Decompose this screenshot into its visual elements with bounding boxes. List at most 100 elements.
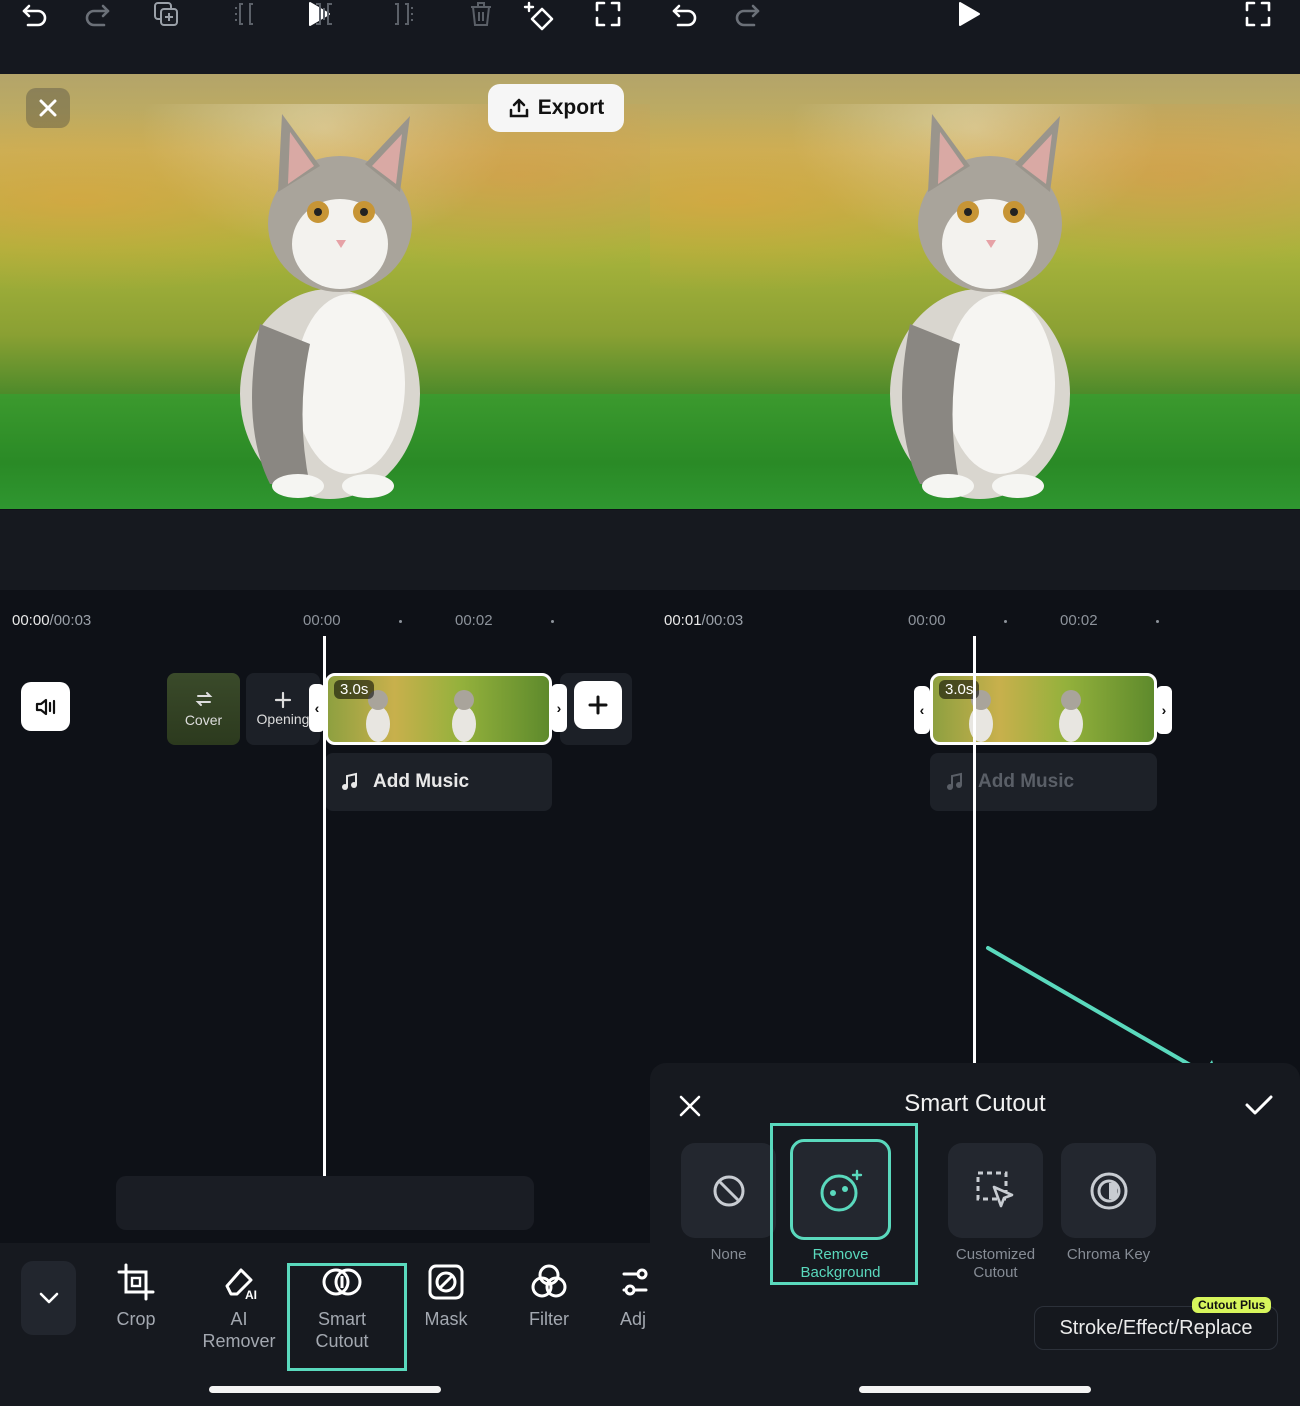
redo-button[interactable] bbox=[732, 0, 762, 30]
playback-toolbar bbox=[650, 510, 1300, 590]
smart-cutout-highlight bbox=[287, 1263, 407, 1371]
filter-tool[interactable]: Filter bbox=[518, 1262, 580, 1330]
copy-clip-button[interactable] bbox=[152, 0, 180, 28]
swap-icon bbox=[195, 692, 212, 706]
delete-clip-button[interactable] bbox=[468, 0, 494, 28]
export-label: Export bbox=[537, 96, 605, 119]
add-clip-button[interactable] bbox=[574, 681, 622, 729]
video-preview[interactable] bbox=[0, 74, 650, 509]
home-indicator[interactable] bbox=[859, 1386, 1091, 1393]
add-music-label: Add Music bbox=[978, 771, 1075, 792]
check-icon bbox=[1245, 1095, 1273, 1115]
option-chroma-key[interactable]: Chroma Key bbox=[1061, 1143, 1156, 1264]
mute-audio-button[interactable] bbox=[21, 682, 70, 731]
total-time: /00:03 bbox=[701, 612, 744, 629]
ruler-dot bbox=[399, 620, 402, 623]
crop-label: Crop bbox=[116, 1309, 156, 1329]
trim-left-icon bbox=[235, 3, 253, 25]
mask-tool[interactable]: Mask bbox=[415, 1262, 477, 1330]
keyframe-button[interactable] bbox=[522, 0, 558, 36]
none-icon bbox=[713, 1175, 744, 1206]
video-clip[interactable]: 3.0s bbox=[325, 673, 552, 745]
total-time: /00:03 bbox=[49, 612, 92, 629]
clip-right-handle[interactable]: › bbox=[1156, 686, 1172, 734]
option-customized-cutout[interactable]: Customized Cutout bbox=[948, 1143, 1043, 1282]
music-note-icon bbox=[947, 772, 962, 790]
opening-label: Opening bbox=[256, 711, 310, 727]
option-none[interactable]: None bbox=[681, 1143, 776, 1264]
svg-text:AI: AI bbox=[245, 1288, 257, 1302]
playhead[interactable] bbox=[973, 636, 976, 1063]
ai-eraser-icon: AI bbox=[225, 1268, 257, 1302]
plus-icon bbox=[588, 695, 608, 715]
video-clip[interactable]: 3.0s bbox=[930, 673, 1157, 745]
trim-end-button[interactable] bbox=[389, 0, 417, 28]
export-button[interactable]: Export bbox=[488, 84, 624, 132]
current-time: 00:00 bbox=[12, 612, 50, 629]
clip-thumbnail bbox=[452, 690, 476, 742]
crop-icon bbox=[117, 1263, 155, 1301]
undo-button[interactable] bbox=[670, 0, 700, 30]
ruler-dot bbox=[1156, 620, 1159, 623]
ruler-dot bbox=[551, 620, 554, 623]
filter-label: Filter bbox=[529, 1309, 569, 1329]
undo-button[interactable] bbox=[20, 0, 50, 30]
ruler-mark-0: 00:00 bbox=[303, 612, 341, 629]
stroke-effect-replace-label: Stroke/Effect/Replace bbox=[1059, 1316, 1253, 1339]
customized-cutout-icon bbox=[976, 1171, 1013, 1207]
clip-right-handle[interactable]: › bbox=[551, 684, 567, 732]
ruler-mark-2: 00:02 bbox=[1060, 612, 1098, 629]
cover-button[interactable]: Cover bbox=[167, 673, 240, 745]
fullscreen-button[interactable] bbox=[594, 0, 622, 28]
play-button[interactable] bbox=[956, 0, 982, 28]
copy-icon bbox=[154, 2, 178, 26]
left-screen: Export 00:00/00:03 00:00 00:02 Cover Ope… bbox=[0, 0, 650, 1406]
close-button[interactable] bbox=[26, 88, 70, 128]
music-note-icon bbox=[342, 772, 357, 790]
collapse-tools-button[interactable] bbox=[21, 1261, 76, 1335]
split-icon bbox=[316, 3, 332, 25]
export-icon bbox=[509, 98, 528, 118]
ai-remover-tool[interactable]: AI AI Remover bbox=[197, 1262, 281, 1352]
cutout-plus-badge: Cutout Plus bbox=[1192, 1297, 1272, 1313]
keyframe-icon bbox=[523, 1, 554, 31]
option-chroma-key-label: Chroma Key bbox=[1066, 1246, 1151, 1263]
ruler-dot bbox=[1004, 620, 1007, 623]
ruler-mark-0: 00:00 bbox=[908, 612, 946, 629]
playhead[interactable] bbox=[323, 636, 326, 1176]
clip-left-handle[interactable]: ‹ bbox=[914, 686, 930, 734]
fullscreen-button[interactable] bbox=[1244, 0, 1272, 28]
undo-icon bbox=[672, 4, 697, 27]
home-indicator[interactable] bbox=[209, 1386, 441, 1393]
time-display: 00:01/00:03 bbox=[664, 612, 743, 629]
fullscreen-icon bbox=[595, 1, 621, 27]
redo-icon bbox=[735, 4, 760, 27]
ruler-mark-2: 00:02 bbox=[455, 612, 493, 629]
option-none-label: None bbox=[710, 1246, 747, 1263]
trim-start-button[interactable] bbox=[231, 0, 259, 28]
mask-label: Mask bbox=[424, 1309, 468, 1329]
crop-tool[interactable]: Crop bbox=[105, 1262, 167, 1330]
adjust-label: Adj bbox=[620, 1309, 647, 1329]
volume-icon bbox=[35, 698, 55, 715]
add-music-button[interactable]: Add Music bbox=[325, 753, 552, 811]
delete-icon bbox=[471, 2, 491, 26]
option-customized-cutout-box[interactable] bbox=[948, 1143, 1043, 1238]
clip-duration: 3.0s bbox=[334, 680, 375, 699]
confirm-button[interactable] bbox=[1242, 1088, 1276, 1122]
right-screen: 00:01/00:03 00:00 00:02 ‹ 3.0s › Add Mus… bbox=[650, 0, 1300, 1406]
clip-thumbnail bbox=[1059, 690, 1083, 742]
option-none-box[interactable] bbox=[681, 1143, 776, 1238]
add-music-label: Add Music bbox=[373, 771, 470, 792]
adjust-tool[interactable]: Adj bbox=[620, 1262, 650, 1330]
split-button[interactable] bbox=[310, 0, 338, 28]
video-preview[interactable] bbox=[650, 74, 1300, 509]
add-music-button[interactable]: Add Music bbox=[930, 753, 1157, 811]
option-chroma-key-box[interactable] bbox=[1061, 1143, 1156, 1238]
customized-cutout-label-1: Customized bbox=[955, 1246, 1036, 1263]
trim-right-icon bbox=[395, 3, 413, 25]
close-icon bbox=[39, 99, 57, 117]
clip-edit-bar bbox=[116, 1176, 534, 1230]
redo-button[interactable] bbox=[82, 0, 112, 30]
mask-icon bbox=[428, 1264, 464, 1300]
